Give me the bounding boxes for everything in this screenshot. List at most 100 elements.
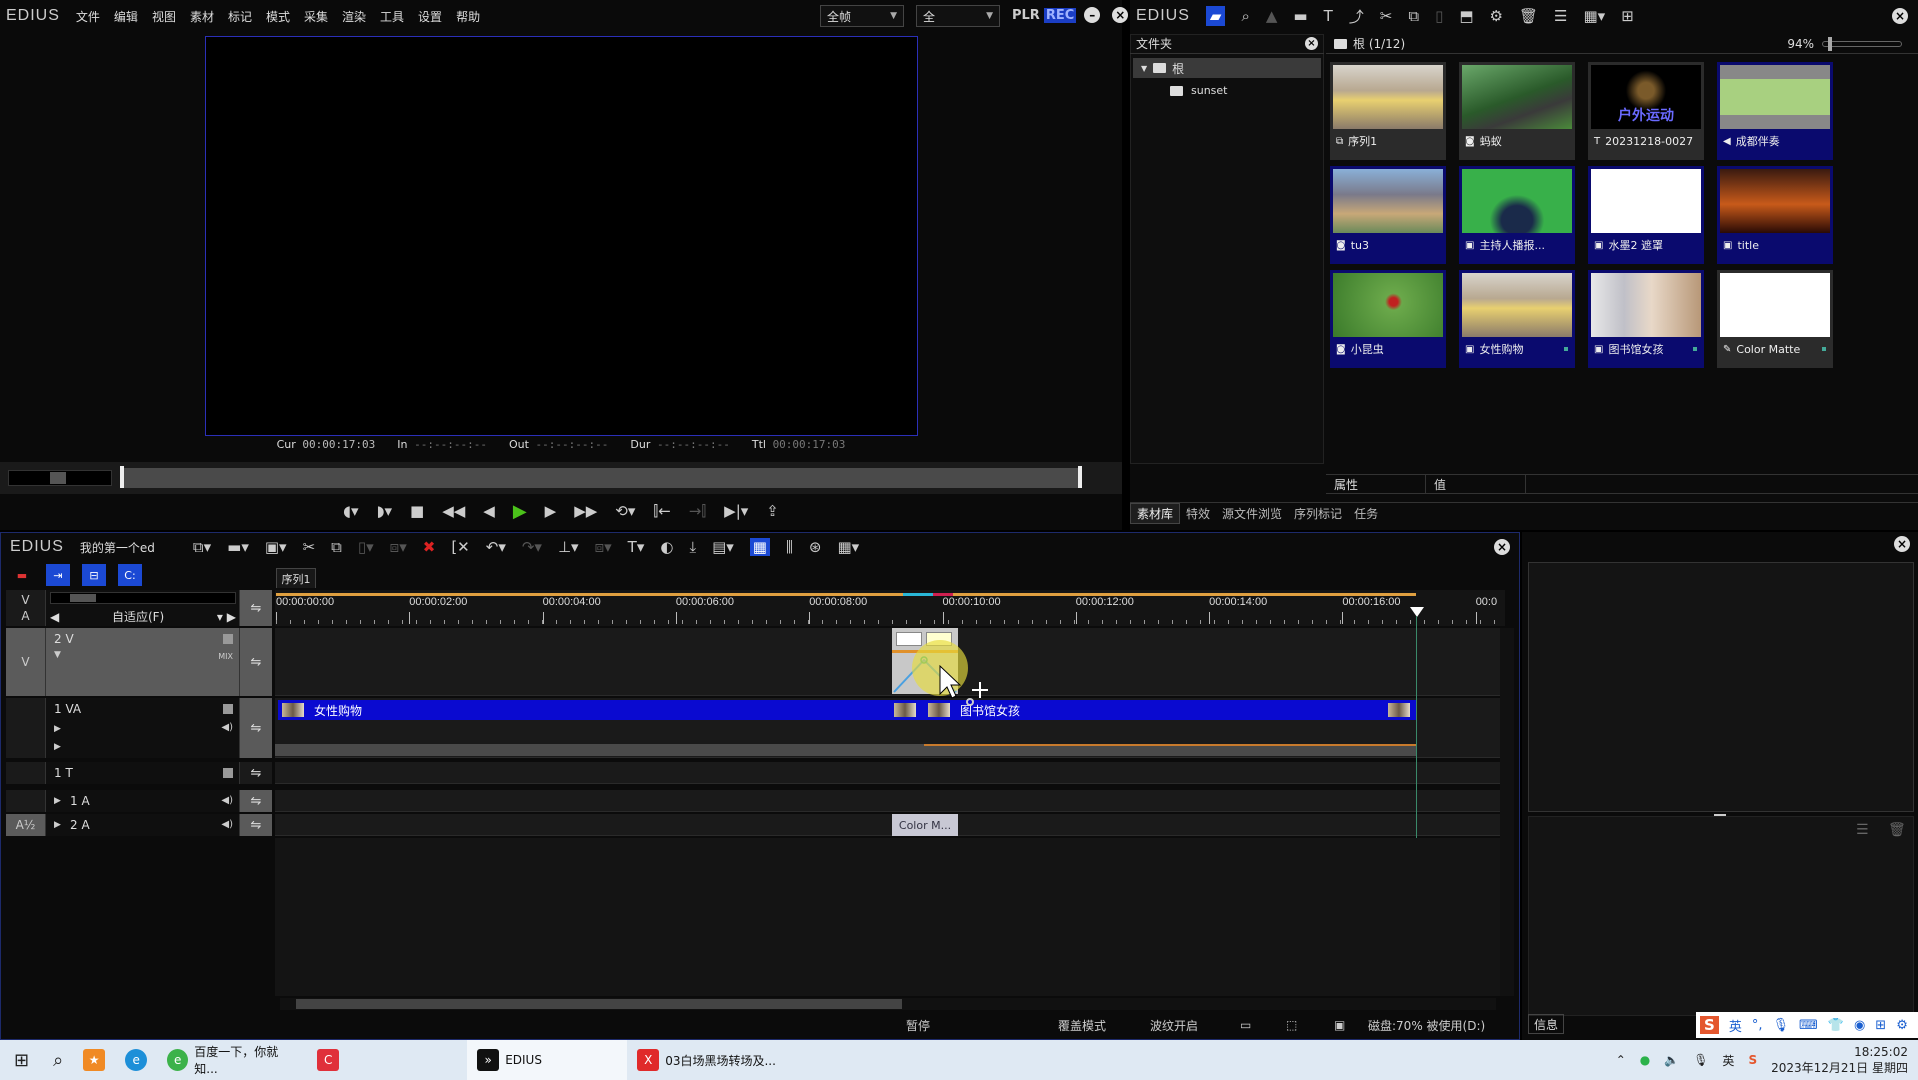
bin-clip[interactable]: ◀ 成都伴奏 <box>1717 62 1833 160</box>
tab-bin-2[interactable]: 源文件浏览 <box>1216 503 1288 524</box>
track-header-1va[interactable]: 1 VA ▶ ▶ ◀) ⇋ <box>6 698 272 758</box>
playhead-marker[interactable] <box>1410 607 1424 617</box>
delete-icon[interactable]: ✖ <box>423 538 436 556</box>
paste-icon[interactable]: ▯ <box>1435 7 1443 25</box>
sync-icon[interactable]: ⇋ <box>240 762 272 784</box>
copy-icon[interactable]: ⧉ <box>1408 7 1419 25</box>
track-header-2a[interactable]: A½ 2 A ▶ ◀) ⇋ <box>6 814 272 836</box>
pinned-app[interactable]: ★ <box>73 1040 115 1080</box>
step-back-icon[interactable]: ◀ <box>483 502 495 520</box>
lane-2v[interactable] <box>275 628 1505 696</box>
tab-bin-4[interactable]: 任务 <box>1348 503 1384 524</box>
lane-1t[interactable] <box>275 762 1505 784</box>
open-project-icon[interactable]: ▬▾ <box>227 538 249 556</box>
bin-clip[interactable]: ▣ 水墨2 遮罩 <box>1588 166 1704 264</box>
up-folder-icon[interactable]: ▲ <box>1266 7 1278 25</box>
loop-icon[interactable]: ⟲▾ <box>615 502 635 520</box>
menu-capture[interactable]: 采集 <box>304 8 328 25</box>
zoom-mode-select[interactable]: ◀ 自适应(F) ▾ ▶ <box>50 608 236 625</box>
track-patch[interactable]: V <box>6 628 46 696</box>
clock[interactable]: 18:25:02 2023年12月21日 星期四 <box>1771 1044 1908 1076</box>
folder-tree-root[interactable]: ▼ 根 <box>1133 58 1321 78</box>
safe-area-icon[interactable]: ▭ <box>1240 1018 1251 1032</box>
show-in-player-icon[interactable]: ⬒ <box>1459 7 1473 25</box>
ripple-delete-icon[interactable]: [✕ <box>451 538 469 556</box>
lane-1a[interactable] <box>275 790 1505 812</box>
track-header-1t[interactable]: 1 T ⇋ <box>6 762 272 784</box>
render-icon[interactable]: ◐ <box>660 538 673 556</box>
start-button[interactable]: ⊞ <box>0 1040 43 1080</box>
insert-icon[interactable]: ⫿← <box>653 502 670 520</box>
video-mute-icon[interactable] <box>223 768 233 778</box>
position-slider[interactable] <box>120 468 1082 488</box>
menu-edit[interactable]: 编辑 <box>114 8 138 25</box>
save-icon[interactable]: ▣▾ <box>265 538 287 556</box>
sogou-logo-icon[interactable]: S <box>1700 1016 1719 1034</box>
speaker-icon[interactable]: ◀) <box>221 795 233 806</box>
track-patch[interactable] <box>6 762 46 784</box>
bin-clip[interactable]: ▣ 女性购物 <box>1459 270 1575 368</box>
video-mute-icon[interactable] <box>223 704 233 714</box>
redo-icon[interactable]: ↷▾ <box>522 538 542 556</box>
volume-icon[interactable]: 🔈 <box>1664 1053 1679 1067</box>
bin-clip[interactable]: ✎ Color Matte <box>1717 270 1833 368</box>
tab-info[interactable]: 信息 <box>1528 1014 1564 1034</box>
undo-icon[interactable]: ↶▾ <box>486 538 506 556</box>
stop-icon[interactable]: ■ <box>410 502 424 520</box>
expand-icon[interactable]: ▶ <box>54 742 61 752</box>
pinned-app[interactable]: e <box>115 1040 157 1080</box>
track-patch[interactable] <box>6 698 46 758</box>
frame-select[interactable]: 全帧 ▼ <box>820 5 904 27</box>
rewind-icon[interactable]: ◀◀ <box>442 502 465 520</box>
close-icon[interactable]: × <box>1112 7 1129 23</box>
list-icon[interactable]: ☰ <box>1856 822 1869 838</box>
taskbar-item-wps[interactable]: X 03白场黑场转场及... <box>627 1040 787 1080</box>
taskbar-item-recorder[interactable]: C <box>307 1040 467 1080</box>
copy-icon[interactable]: ⧉ <box>331 538 342 556</box>
menu-help[interactable]: 帮助 <box>456 8 480 25</box>
step-forward-icon[interactable]: ▶ <box>545 502 557 520</box>
menu-file[interactable]: 文件 <box>76 8 100 25</box>
speaker-icon[interactable]: ◀) <box>221 722 233 733</box>
slider-end-handle[interactable] <box>1078 466 1082 488</box>
waveform-icon[interactable]: ▣ <box>1334 1018 1345 1032</box>
punctuation-icon[interactable]: °, <box>1752 1018 1763 1033</box>
lane-2a[interactable] <box>275 814 1505 836</box>
timeline-view-icon[interactable]: ▦ <box>749 538 770 556</box>
collapse-icon[interactable]: ▼ <box>54 650 61 660</box>
chevron-up-icon[interactable]: ⌃ <box>1616 1053 1626 1067</box>
menu-settings[interactable]: 设置 <box>418 8 442 25</box>
search-icon[interactable]: ⌕ <box>1241 7 1249 25</box>
close-icon[interactable]: × <box>1894 536 1910 552</box>
expand-icon[interactable]: ▶ <box>54 724 61 734</box>
bin-clip[interactable]: ◙ 小昆虫 <box>1330 270 1446 368</box>
menu-marker[interactable]: 标记 <box>228 8 252 25</box>
bin-clip[interactable]: ▣ title <box>1717 166 1833 264</box>
expand-icon[interactable]: ▶ <box>54 820 61 830</box>
audio-mixer-icon[interactable]: ⫼ <box>786 538 793 556</box>
ripple-mode-icon[interactable]: C: <box>118 564 142 586</box>
layout-icon[interactable]: ▦▾ <box>837 538 859 556</box>
add-to-timeline-icon[interactable]: ⤴ <box>1349 6 1364 27</box>
field-select[interactable]: 全 ▼ <box>916 5 1000 27</box>
audio-volume-line[interactable] <box>924 744 1416 746</box>
va-switch[interactable]: VA <box>6 590 46 626</box>
chevron-down-icon[interactable]: ▾ ▶ <box>217 610 236 624</box>
replace-icon[interactable]: ⧈▾ <box>390 538 407 556</box>
play-icon[interactable]: ▶ <box>513 501 527 522</box>
timeline-vscrollbar[interactable] <box>1500 628 1514 996</box>
input-language[interactable]: 英 <box>1722 1052 1734 1069</box>
sync-icon[interactable]: ⇋ <box>240 628 272 696</box>
status-ripple[interactable]: 波纹开启 <box>1150 1017 1198 1034</box>
tab-bin-1[interactable]: 特效 <box>1180 503 1216 524</box>
menu-view[interactable]: 视图 <box>152 8 176 25</box>
bin-clip[interactable]: ⧉ 序列1 <box>1330 62 1446 160</box>
sync-lock-icon[interactable]: ⊟ <box>82 564 106 586</box>
menu-tools[interactable]: 工具 <box>380 8 404 25</box>
thumbnail-zoom-slider[interactable] <box>1822 36 1902 51</box>
bin-clip[interactable]: ▣ 图书馆女孩 <box>1588 270 1704 368</box>
bin-clip[interactable]: ◙ tu3 <box>1330 166 1446 264</box>
expand-icon[interactable]: ▶ <box>54 796 61 806</box>
tab-bin-3[interactable]: 序列标记 <box>1288 503 1348 524</box>
menu-mode[interactable]: 模式 <box>266 8 290 25</box>
